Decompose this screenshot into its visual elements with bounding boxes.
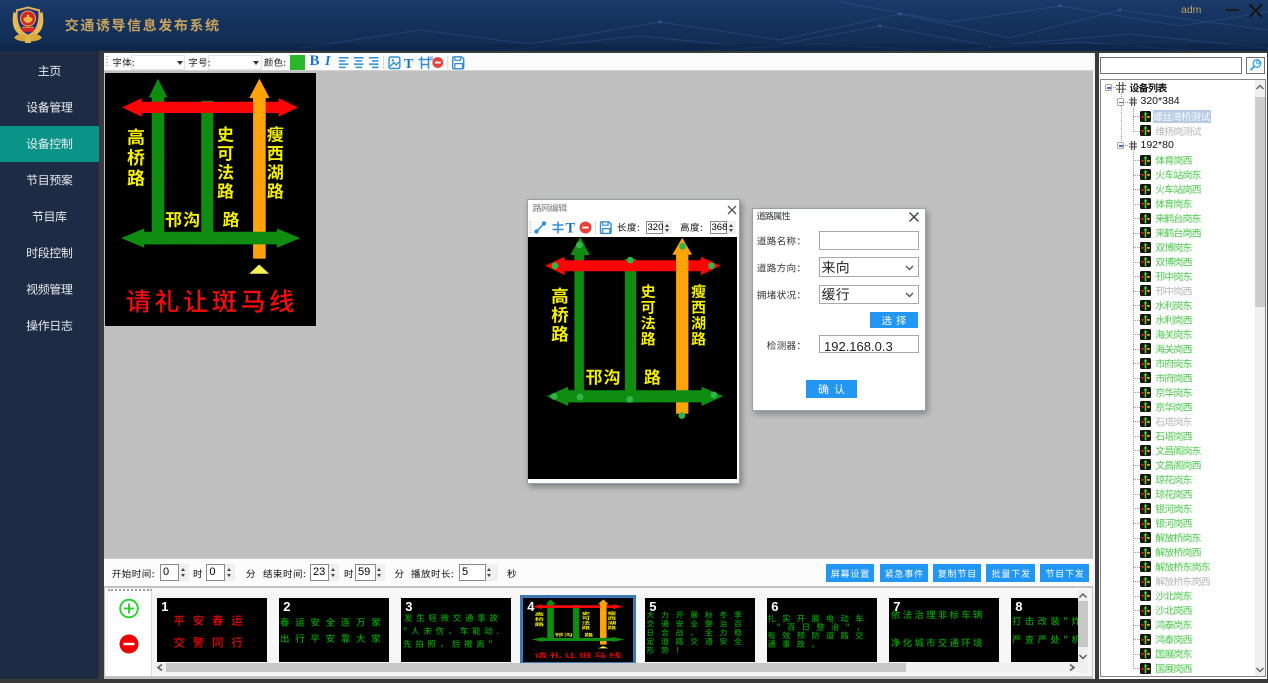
svg-text:T: T <box>404 57 414 72</box>
svg-text:T: T <box>566 221 576 237</box>
